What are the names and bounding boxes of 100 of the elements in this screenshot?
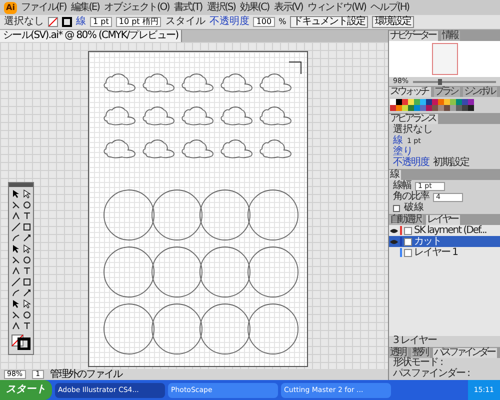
tool-icon[interactable] xyxy=(22,211,32,221)
attribute-label[interactable]: 塗り xyxy=(393,147,413,157)
fill-swatch-icon[interactable] xyxy=(48,17,58,27)
tool-icon[interactable] xyxy=(10,255,20,265)
menu-item[interactable]: オブジェクト(O) xyxy=(103,2,170,12)
color-swatch[interactable] xyxy=(402,105,408,111)
checkbox-label: 破線 xyxy=(404,203,424,213)
appearance-title: 選択なし xyxy=(393,125,434,135)
layer-name: レイヤー 1 xyxy=(414,248,458,258)
cloud-outline xyxy=(182,140,214,158)
panel-tab[interactable]: レイヤー xyxy=(426,215,460,225)
panel-tab[interactable]: 整列 xyxy=(411,348,430,358)
zoom-slider-thumb[interactable] xyxy=(438,78,442,84)
circle-outline xyxy=(104,190,154,240)
menu-item[interactable]: 効果(C) xyxy=(239,2,270,12)
color-swatch[interactable] xyxy=(402,99,408,105)
app-logo: Ai xyxy=(4,2,17,14)
attribute-label[interactable]: 不透明度 xyxy=(393,158,429,168)
circle-outline xyxy=(152,304,202,354)
color-swatch[interactable] xyxy=(450,105,456,111)
toolbar-button[interactable]: ドキュメント設定 xyxy=(290,16,368,28)
menu-item[interactable]: 書式(T) xyxy=(173,2,204,12)
brush-dropdown[interactable]: 10 pt 楕円 xyxy=(116,17,162,27)
color-swatch[interactable] xyxy=(390,99,396,105)
color-swatch[interactable] xyxy=(444,105,450,111)
cloud-outline xyxy=(142,106,174,126)
menu-item[interactable]: 表示(V) xyxy=(272,2,304,12)
menu-item[interactable]: ウィンドウ(W) xyxy=(306,2,367,12)
color-swatch[interactable] xyxy=(456,99,462,105)
tool-icon[interactable] xyxy=(22,321,32,331)
color-swatch[interactable] xyxy=(456,105,462,111)
tool-icon[interactable] xyxy=(22,233,32,243)
layer-count: 3 レイヤー xyxy=(392,336,438,347)
panel-tab[interactable]: スウォッチ xyxy=(389,87,430,97)
start-button[interactable]: スタート xyxy=(0,380,52,400)
layer-row[interactable]: レイヤー 1 xyxy=(389,247,500,258)
tool-icon[interactable] xyxy=(10,200,20,210)
color-swatch[interactable] xyxy=(462,99,468,105)
eye-icon[interactable] xyxy=(390,228,398,234)
opacity-label: 不透明度 xyxy=(209,17,250,27)
opacity-field[interactable]: 100 xyxy=(253,17,275,27)
color-swatch[interactable] xyxy=(408,99,414,105)
color-swatch[interactable] xyxy=(426,99,432,105)
panel-tab[interactable]: 線 xyxy=(389,170,400,180)
cloud-outline xyxy=(142,74,174,92)
circle-outline xyxy=(152,190,202,240)
fill-stroke-icon[interactable] xyxy=(11,334,31,350)
attribute-label[interactable]: 線 xyxy=(393,136,403,146)
layer-row[interactable]: SK layment (Def... xyxy=(389,225,500,236)
checkbox[interactable] xyxy=(393,204,400,212)
panel-tab[interactable]: 自動選択 xyxy=(389,215,423,225)
color-swatch[interactable] xyxy=(396,99,402,105)
layer-row[interactable]: カット xyxy=(389,236,500,247)
circle-outline xyxy=(248,246,298,298)
color-swatch[interactable] xyxy=(438,99,444,105)
stroke-swatch-icon[interactable] xyxy=(62,17,72,27)
panel-tab[interactable]: アピアランス xyxy=(389,114,438,124)
color-swatch[interactable] xyxy=(468,99,474,105)
menu-item[interactable]: ヘルプ(H) xyxy=(370,2,410,12)
circle-outline xyxy=(200,304,250,354)
color-swatch[interactable] xyxy=(444,99,450,105)
color-swatch[interactable] xyxy=(432,105,438,111)
panel-tab[interactable]: パスファインダー xyxy=(433,348,497,358)
menu-item[interactable]: 選択(S) xyxy=(206,2,236,12)
panel-tab[interactable]: 情報 xyxy=(441,31,460,41)
color-swatch[interactable] xyxy=(414,105,420,111)
color-swatch[interactable] xyxy=(420,99,426,105)
color-swatch[interactable] xyxy=(396,105,402,111)
cloud-outline xyxy=(104,74,136,92)
tool-icon[interactable] xyxy=(22,266,32,276)
color-swatch[interactable] xyxy=(462,105,468,111)
tool-icon[interactable] xyxy=(22,288,32,298)
panel-tab[interactable]: 透明 xyxy=(389,348,408,358)
tool-icon[interactable] xyxy=(10,310,20,320)
cloud-outline xyxy=(104,106,136,126)
color-swatch[interactable] xyxy=(414,99,420,105)
menu-item[interactable]: ファイル(F) xyxy=(20,2,68,12)
circle-outline xyxy=(104,304,154,354)
color-swatch[interactable] xyxy=(432,99,438,105)
color-swatch[interactable] xyxy=(390,105,396,111)
toolbar-button[interactable]: 環境設定 xyxy=(372,16,414,28)
color-swatch[interactable] xyxy=(438,105,444,111)
stroke-weight-field[interactable]: 1 pt xyxy=(90,17,112,27)
crop-mark xyxy=(288,62,302,74)
panel-tab[interactable]: シンボル xyxy=(463,87,497,97)
menu-item[interactable]: 編集(E) xyxy=(70,2,100,12)
color-swatch[interactable] xyxy=(408,105,414,111)
circle-outline xyxy=(104,246,154,298)
cloud-outline xyxy=(260,106,292,126)
section-label: パスファインダー : xyxy=(393,369,471,379)
panel-tab[interactable]: ナビゲーター xyxy=(389,31,438,41)
color-swatch[interactable] xyxy=(468,105,474,111)
circle-outline xyxy=(248,304,298,354)
cloud-outline xyxy=(220,74,252,92)
section-label: 形状モード : xyxy=(393,358,444,368)
circle-outline xyxy=(200,246,250,298)
panel-tab[interactable]: ブラシ xyxy=(434,87,460,97)
color-swatch[interactable] xyxy=(420,105,426,111)
color-swatch[interactable] xyxy=(450,99,456,105)
color-swatch[interactable] xyxy=(426,105,432,111)
